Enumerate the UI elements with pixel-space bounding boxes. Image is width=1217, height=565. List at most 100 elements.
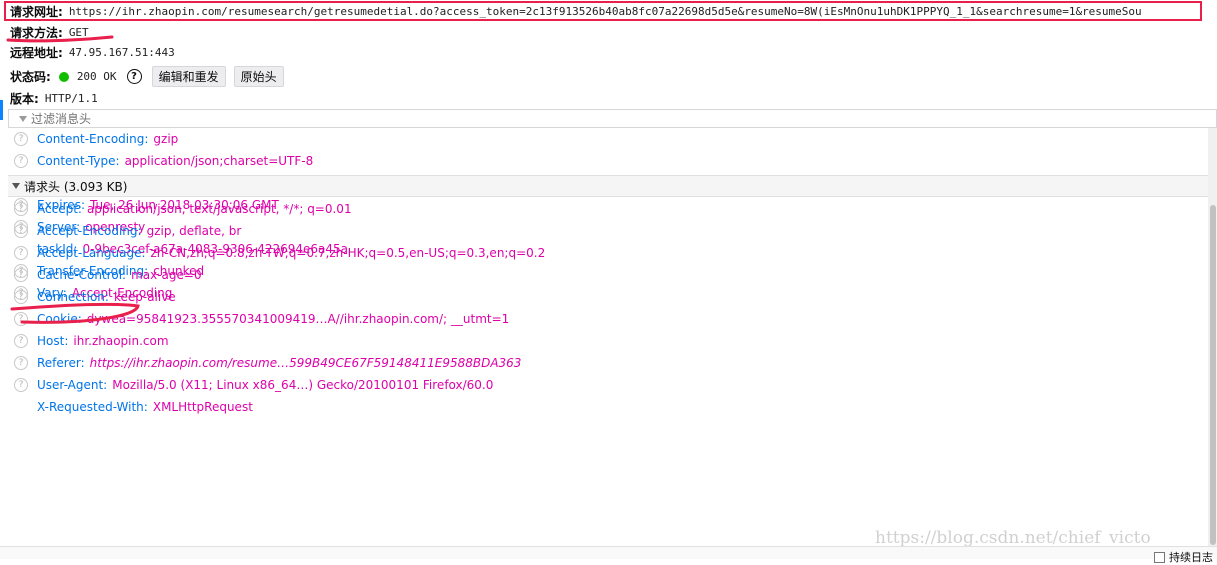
header-separator: : xyxy=(77,202,82,216)
header-row[interactable]: ? Host: ihr.zhaopin.com xyxy=(0,330,1208,352)
header-entry: User-Agent: Mozilla/5.0 (X11; Linux x86_6… xyxy=(37,378,493,392)
header-name: Cookie xyxy=(37,312,78,326)
header-row[interactable]: ? Referer: https://ihr.zhaopin.com/resume…… xyxy=(0,352,1208,374)
header-row[interactable]: ? Connection: keep-alive xyxy=(0,286,1208,308)
header-value: Mozilla/5.0 (X11; Linux x86_64…) Gecko/2… xyxy=(112,378,494,392)
request-url-label: 请求网址: xyxy=(10,5,63,19)
panel-edge-accent xyxy=(0,100,3,120)
header-name: Accept-Language xyxy=(37,246,142,260)
request-method-row: 请求方法: GET xyxy=(10,24,89,41)
status-code-value: 200 OK xyxy=(76,70,117,83)
header-help-icon[interactable]: ? xyxy=(14,202,28,216)
header-value: dywea=95841923.355570341009419…A//ihr.zh… xyxy=(86,312,510,326)
header-entry: Accept-Encoding: gzip, deflate, br xyxy=(37,224,241,238)
header-entry: Accept: application/json, text/javascript… xyxy=(37,202,352,216)
header-row[interactable]: X-Requested-With: XMLHttpRequest xyxy=(0,396,1208,418)
request-method-label: 请求方法: xyxy=(10,26,63,40)
header-entry: Accept-Language: zh-CN,zh;q=0.8,zh-TW;q=0… xyxy=(37,246,545,260)
header-help-icon[interactable]: ? xyxy=(14,132,28,146)
remote-address-value: 47.95.167.51:443 xyxy=(68,46,175,59)
header-name: Referer xyxy=(37,356,81,370)
request-url-value[interactable]: https://ihr.zhaopin.com/resumesearch/get… xyxy=(69,5,1142,18)
header-name: Accept-Encoding xyxy=(37,224,138,238)
filter-icon xyxy=(19,115,27,122)
header-value: XMLHttpRequest xyxy=(152,400,253,414)
scrollbar-thumb[interactable] xyxy=(1210,205,1216,545)
header-entry: Referer: https://ihr.zhaopin.com/resume…5… xyxy=(37,356,521,370)
header-help-icon[interactable]: ? xyxy=(14,268,28,282)
request-url-row: 请求网址: https://ihr.zhaopin.com/resumesear… xyxy=(10,3,1205,20)
header-value: gzip, deflate, br xyxy=(146,224,242,238)
persist-logs-label: 持续日志 xyxy=(1169,551,1213,564)
header-help-icon[interactable]: ? xyxy=(14,334,28,348)
header-entry: Host: ihr.zhaopin.com xyxy=(37,334,169,348)
http-version-row: 版本: HTTP/1.1 xyxy=(10,90,98,107)
header-row[interactable]: ? Accept: application/json, text/javascrip… xyxy=(0,198,1208,220)
persist-logs-checkbox[interactable] xyxy=(1154,551,1165,563)
header-name: X-Requested-With xyxy=(37,400,144,414)
header-value: gzip xyxy=(153,132,179,146)
header-name: User-Agent xyxy=(37,378,104,392)
header-help-icon[interactable]: ? xyxy=(14,246,28,260)
help-icon[interactable]: ? xyxy=(126,69,142,84)
header-value: keep-alive xyxy=(113,290,176,304)
header-separator: : xyxy=(137,224,142,238)
header-row[interactable]: ? Content-Type: application/json;charset=U… xyxy=(0,150,1208,172)
header-separator: : xyxy=(122,268,127,282)
header-entry: Cache-Control: max-age=0 xyxy=(37,268,202,282)
http-version-label: 版本: xyxy=(10,92,39,106)
header-separator: : xyxy=(104,290,109,304)
bottom-toolbar xyxy=(0,546,1217,559)
header-help-icon[interactable]: ? xyxy=(14,290,28,304)
header-row[interactable]: ? Cache-Control: max-age=0 xyxy=(0,264,1208,286)
header-row[interactable]: ? Accept-Language: zh-CN,zh;q=0.8,zh-TW;q=… xyxy=(0,242,1208,264)
edit-and-resend-button[interactable]: 编辑和重发 xyxy=(151,66,226,87)
header-entry: Content-Type: application/json;charset=UT… xyxy=(37,154,313,168)
header-separator: : xyxy=(103,378,108,392)
filter-headers-input[interactable]: 过滤消息头 xyxy=(8,109,1217,128)
request-method-value: GET xyxy=(68,26,89,39)
status-code-row: 状态码: 200 OK ? 编辑和重发 原始头 xyxy=(10,66,284,87)
header-value: application/json, text/javascript, */*; … xyxy=(86,202,352,216)
header-help-icon[interactable]: ? xyxy=(14,378,28,392)
header-value: application/json;charset=UTF-8 xyxy=(124,154,314,168)
header-entry: Cookie: dywea=95841923.355570341009419…A/… xyxy=(37,312,509,326)
header-help-icon[interactable]: ? xyxy=(14,224,28,238)
header-row[interactable]: ? User-Agent: Mozilla/5.0 (X11; Linux x86_… xyxy=(0,374,1208,396)
header-entry: Content-Encoding: gzip xyxy=(37,132,178,146)
header-value: https://ihr.zhaopin.com/resume…599B49CE6… xyxy=(89,356,522,370)
header-value: max-age=0 xyxy=(131,268,202,282)
filter-placeholder: 过滤消息头 xyxy=(31,112,92,126)
collapse-arrow-icon[interactable] xyxy=(12,183,20,189)
remote-address-row: 远程地址: 47.95.167.51:443 xyxy=(10,44,175,61)
header-value: zh-CN,zh;q=0.8,zh-TW;q=0.7,zh-HK;q=0.5,e… xyxy=(150,246,546,260)
persist-logs-toggle[interactable]: 持续日志 xyxy=(1154,549,1213,565)
header-separator: : xyxy=(64,334,69,348)
header-help-icon[interactable]: ? xyxy=(14,356,28,370)
header-help-icon[interactable]: ? xyxy=(14,312,28,326)
raw-headers-button[interactable]: 原始头 xyxy=(233,66,284,87)
header-row[interactable]: ? Cookie: dywea=95841923.355570341009419…A… xyxy=(0,308,1208,330)
header-separator: : xyxy=(144,132,149,146)
http-version-value: HTTP/1.1 xyxy=(44,92,98,105)
header-entry: Connection: keep-alive xyxy=(37,290,176,304)
header-row[interactable]: ? Accept-Encoding: gzip, deflate, br xyxy=(0,220,1208,242)
status-ok-icon xyxy=(58,71,69,82)
header-separator: : xyxy=(77,312,82,326)
remote-address-label: 远程地址: xyxy=(10,46,63,60)
header-separator: : xyxy=(115,154,120,168)
header-row[interactable]: ? Content-Encoding: gzip xyxy=(0,128,1208,150)
header-help-icon[interactable]: ? xyxy=(14,154,28,168)
watermark-text: https://blog.csdn.net/chief_victo xyxy=(875,528,1151,548)
header-name: Content-Encoding xyxy=(37,132,145,146)
header-name: Connection xyxy=(37,290,105,304)
header-separator: : xyxy=(143,400,148,414)
request-headers-section[interactable]: 请求头 (3.093 KB) xyxy=(8,175,1208,197)
header-value: ihr.zhaopin.com xyxy=(73,334,169,348)
request-summary: 请求网址: https://ihr.zhaopin.com/resumesear… xyxy=(0,0,1217,110)
request-headers-title: 请求头 (3.093 KB) xyxy=(24,179,128,194)
header-name: Accept xyxy=(37,202,78,216)
header-separator: : xyxy=(80,356,85,370)
header-name: Content-Type xyxy=(37,154,116,168)
header-name: Cache-Control xyxy=(37,268,123,282)
